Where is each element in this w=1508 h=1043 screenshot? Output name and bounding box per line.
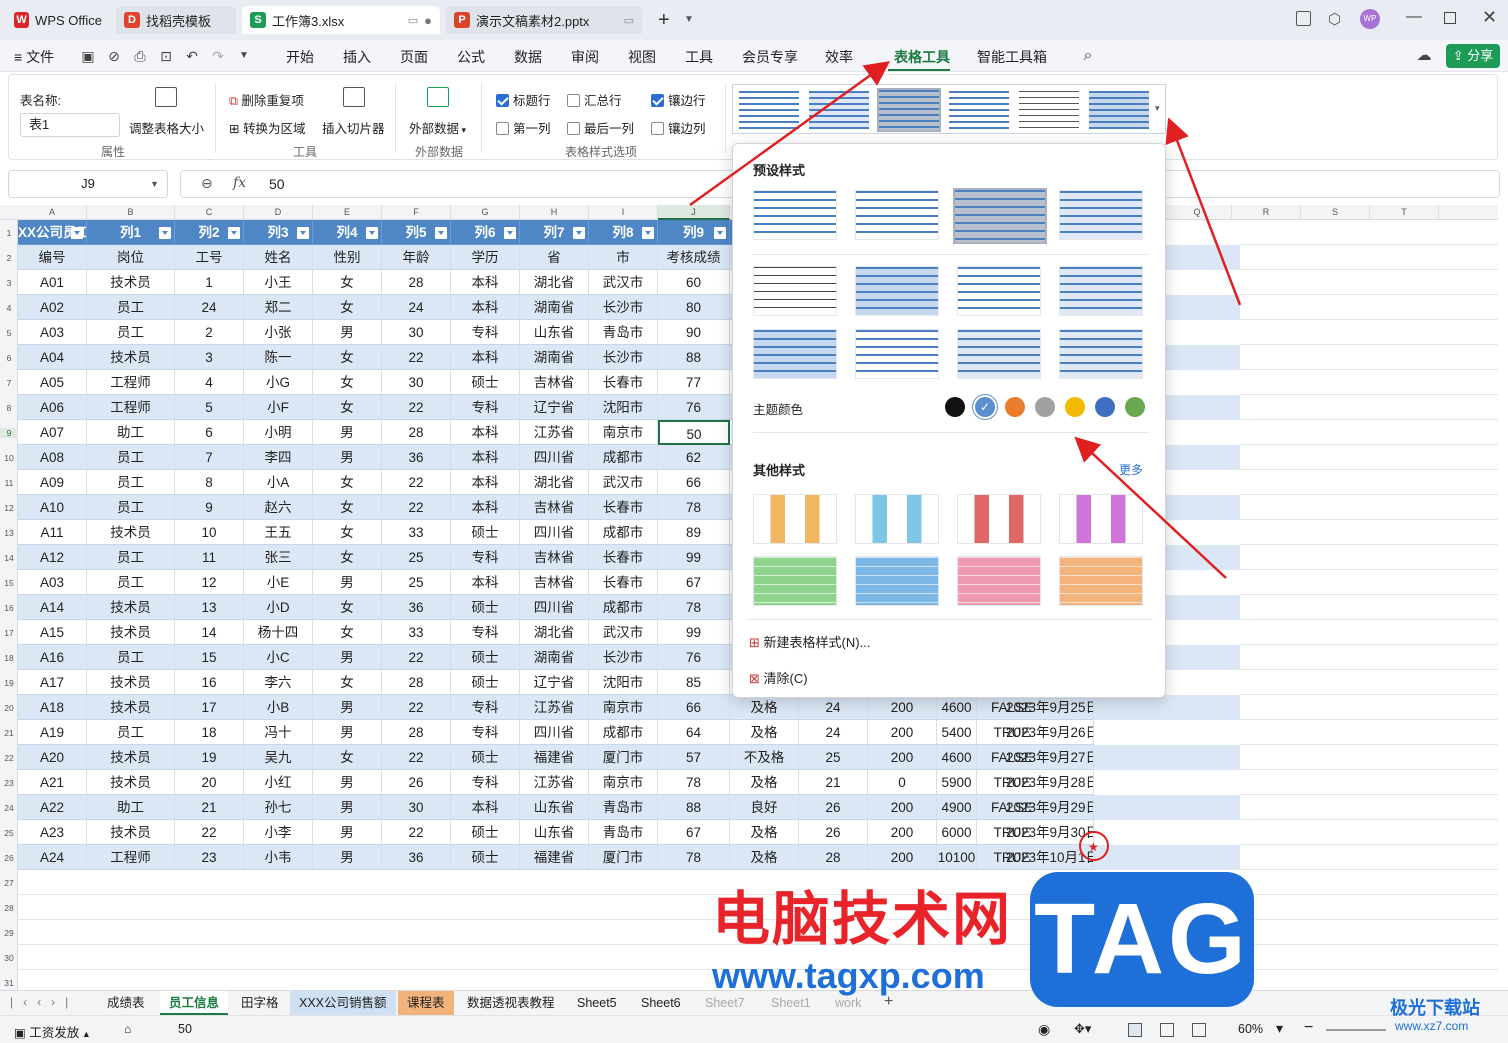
stamp-star-icon: ★ (1088, 840, 1099, 854)
annotation-arrows: ★ (689, 61, 1242, 861)
arrow-to-table-tools (689, 61, 891, 207)
arrow-to-theme-colors (1074, 436, 1227, 579)
arrow-to-gallery-expand (1165, 117, 1242, 306)
